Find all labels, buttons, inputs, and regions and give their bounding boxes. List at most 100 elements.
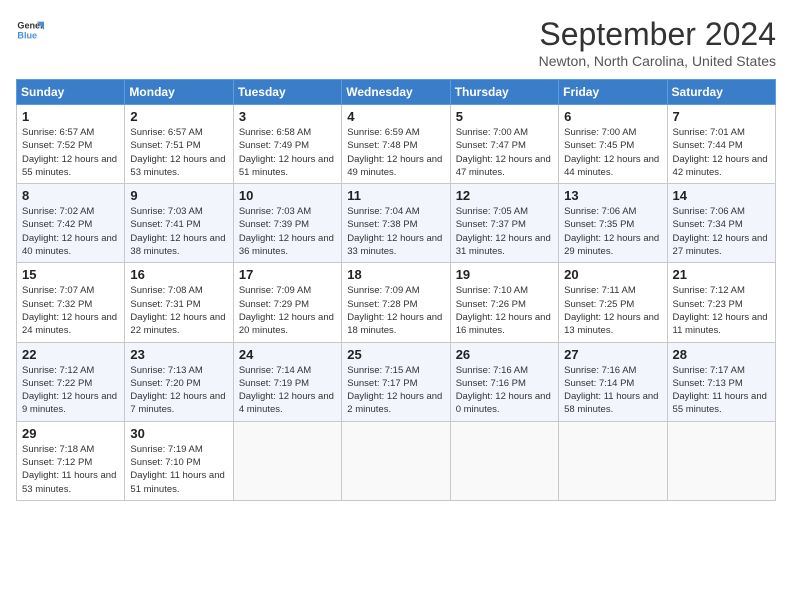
week-row-2: 8 Sunrise: 7:02 AM Sunset: 7:42 PM Dayli… bbox=[17, 184, 776, 263]
day-cell: 23 Sunrise: 7:13 AM Sunset: 7:20 PM Dayl… bbox=[125, 342, 233, 421]
day-number: 23 bbox=[130, 347, 227, 362]
col-header-saturday: Saturday bbox=[667, 80, 775, 105]
day-cell: 19 Sunrise: 7:10 AM Sunset: 7:26 PM Dayl… bbox=[450, 263, 558, 342]
day-cell: 16 Sunrise: 7:08 AM Sunset: 7:31 PM Dayl… bbox=[125, 263, 233, 342]
day-info: Sunrise: 7:00 AM Sunset: 7:47 PM Dayligh… bbox=[456, 126, 553, 179]
day-cell: 13 Sunrise: 7:06 AM Sunset: 7:35 PM Dayl… bbox=[559, 184, 667, 263]
page-header: General Blue General Blue September 2024… bbox=[16, 16, 776, 69]
day-number: 1 bbox=[22, 109, 119, 124]
col-header-sunday: Sunday bbox=[17, 80, 125, 105]
day-number: 26 bbox=[456, 347, 553, 362]
day-cell: 8 Sunrise: 7:02 AM Sunset: 7:42 PM Dayli… bbox=[17, 184, 125, 263]
title-block: September 2024 Newton, North Carolina, U… bbox=[539, 16, 776, 69]
day-cell: 2 Sunrise: 6:57 AM Sunset: 7:51 PM Dayli… bbox=[125, 105, 233, 184]
svg-text:Blue: Blue bbox=[17, 30, 37, 40]
day-cell: 20 Sunrise: 7:11 AM Sunset: 7:25 PM Dayl… bbox=[559, 263, 667, 342]
day-number: 30 bbox=[130, 426, 227, 441]
day-info: Sunrise: 7:18 AM Sunset: 7:12 PM Dayligh… bbox=[22, 443, 119, 496]
week-row-5: 29 Sunrise: 7:18 AM Sunset: 7:12 PM Dayl… bbox=[17, 421, 776, 500]
day-number: 3 bbox=[239, 109, 336, 124]
day-cell: 4 Sunrise: 6:59 AM Sunset: 7:48 PM Dayli… bbox=[342, 105, 450, 184]
day-number: 29 bbox=[22, 426, 119, 441]
logo: General Blue General Blue bbox=[16, 16, 44, 44]
day-cell: 9 Sunrise: 7:03 AM Sunset: 7:41 PM Dayli… bbox=[125, 184, 233, 263]
day-number: 5 bbox=[456, 109, 553, 124]
day-number: 12 bbox=[456, 188, 553, 203]
week-row-4: 22 Sunrise: 7:12 AM Sunset: 7:22 PM Dayl… bbox=[17, 342, 776, 421]
calendar-table: SundayMondayTuesdayWednesdayThursdayFrid… bbox=[16, 79, 776, 501]
day-info: Sunrise: 6:59 AM Sunset: 7:48 PM Dayligh… bbox=[347, 126, 444, 179]
day-number: 24 bbox=[239, 347, 336, 362]
day-info: Sunrise: 7:10 AM Sunset: 7:26 PM Dayligh… bbox=[456, 284, 553, 337]
day-number: 17 bbox=[239, 267, 336, 282]
day-cell: 14 Sunrise: 7:06 AM Sunset: 7:34 PM Dayl… bbox=[667, 184, 775, 263]
day-info: Sunrise: 7:06 AM Sunset: 7:34 PM Dayligh… bbox=[673, 205, 770, 258]
col-header-thursday: Thursday bbox=[450, 80, 558, 105]
week-row-1: 1 Sunrise: 6:57 AM Sunset: 7:52 PM Dayli… bbox=[17, 105, 776, 184]
day-cell: 7 Sunrise: 7:01 AM Sunset: 7:44 PM Dayli… bbox=[667, 105, 775, 184]
day-number: 27 bbox=[564, 347, 661, 362]
day-number: 9 bbox=[130, 188, 227, 203]
day-cell: 26 Sunrise: 7:16 AM Sunset: 7:16 PM Dayl… bbox=[450, 342, 558, 421]
day-cell: 6 Sunrise: 7:00 AM Sunset: 7:45 PM Dayli… bbox=[559, 105, 667, 184]
day-number: 10 bbox=[239, 188, 336, 203]
week-row-3: 15 Sunrise: 7:07 AM Sunset: 7:32 PM Dayl… bbox=[17, 263, 776, 342]
day-cell bbox=[342, 421, 450, 500]
day-number: 25 bbox=[347, 347, 444, 362]
day-number: 22 bbox=[22, 347, 119, 362]
day-info: Sunrise: 7:09 AM Sunset: 7:28 PM Dayligh… bbox=[347, 284, 444, 337]
calendar-header-row: SundayMondayTuesdayWednesdayThursdayFrid… bbox=[17, 80, 776, 105]
day-number: 14 bbox=[673, 188, 770, 203]
day-number: 15 bbox=[22, 267, 119, 282]
day-info: Sunrise: 7:07 AM Sunset: 7:32 PM Dayligh… bbox=[22, 284, 119, 337]
day-info: Sunrise: 7:01 AM Sunset: 7:44 PM Dayligh… bbox=[673, 126, 770, 179]
day-info: Sunrise: 7:05 AM Sunset: 7:37 PM Dayligh… bbox=[456, 205, 553, 258]
day-info: Sunrise: 7:19 AM Sunset: 7:10 PM Dayligh… bbox=[130, 443, 227, 496]
day-number: 8 bbox=[22, 188, 119, 203]
day-number: 16 bbox=[130, 267, 227, 282]
day-cell: 10 Sunrise: 7:03 AM Sunset: 7:39 PM Dayl… bbox=[233, 184, 341, 263]
day-info: Sunrise: 7:09 AM Sunset: 7:29 PM Dayligh… bbox=[239, 284, 336, 337]
day-cell: 22 Sunrise: 7:12 AM Sunset: 7:22 PM Dayl… bbox=[17, 342, 125, 421]
day-cell: 25 Sunrise: 7:15 AM Sunset: 7:17 PM Dayl… bbox=[342, 342, 450, 421]
month-title: September 2024 bbox=[539, 16, 776, 53]
day-number: 18 bbox=[347, 267, 444, 282]
day-info: Sunrise: 7:15 AM Sunset: 7:17 PM Dayligh… bbox=[347, 364, 444, 417]
day-number: 13 bbox=[564, 188, 661, 203]
col-header-tuesday: Tuesday bbox=[233, 80, 341, 105]
day-info: Sunrise: 7:00 AM Sunset: 7:45 PM Dayligh… bbox=[564, 126, 661, 179]
day-info: Sunrise: 6:57 AM Sunset: 7:51 PM Dayligh… bbox=[130, 126, 227, 179]
day-cell: 1 Sunrise: 6:57 AM Sunset: 7:52 PM Dayli… bbox=[17, 105, 125, 184]
day-cell: 30 Sunrise: 7:19 AM Sunset: 7:10 PM Dayl… bbox=[125, 421, 233, 500]
logo-icon: General Blue bbox=[16, 16, 44, 44]
day-info: Sunrise: 7:03 AM Sunset: 7:39 PM Dayligh… bbox=[239, 205, 336, 258]
col-header-monday: Monday bbox=[125, 80, 233, 105]
day-cell: 27 Sunrise: 7:16 AM Sunset: 7:14 PM Dayl… bbox=[559, 342, 667, 421]
day-info: Sunrise: 7:12 AM Sunset: 7:22 PM Dayligh… bbox=[22, 364, 119, 417]
day-number: 20 bbox=[564, 267, 661, 282]
day-cell: 18 Sunrise: 7:09 AM Sunset: 7:28 PM Dayl… bbox=[342, 263, 450, 342]
day-cell: 3 Sunrise: 6:58 AM Sunset: 7:49 PM Dayli… bbox=[233, 105, 341, 184]
day-info: Sunrise: 7:14 AM Sunset: 7:19 PM Dayligh… bbox=[239, 364, 336, 417]
day-info: Sunrise: 7:04 AM Sunset: 7:38 PM Dayligh… bbox=[347, 205, 444, 258]
day-info: Sunrise: 7:08 AM Sunset: 7:31 PM Dayligh… bbox=[130, 284, 227, 337]
day-number: 7 bbox=[673, 109, 770, 124]
day-number: 11 bbox=[347, 188, 444, 203]
day-cell: 11 Sunrise: 7:04 AM Sunset: 7:38 PM Dayl… bbox=[342, 184, 450, 263]
day-cell bbox=[667, 421, 775, 500]
col-header-friday: Friday bbox=[559, 80, 667, 105]
day-cell: 12 Sunrise: 7:05 AM Sunset: 7:37 PM Dayl… bbox=[450, 184, 558, 263]
day-info: Sunrise: 7:17 AM Sunset: 7:13 PM Dayligh… bbox=[673, 364, 770, 417]
day-cell bbox=[450, 421, 558, 500]
day-cell: 24 Sunrise: 7:14 AM Sunset: 7:19 PM Dayl… bbox=[233, 342, 341, 421]
day-info: Sunrise: 7:16 AM Sunset: 7:16 PM Dayligh… bbox=[456, 364, 553, 417]
day-number: 21 bbox=[673, 267, 770, 282]
day-info: Sunrise: 6:57 AM Sunset: 7:52 PM Dayligh… bbox=[22, 126, 119, 179]
day-cell: 5 Sunrise: 7:00 AM Sunset: 7:47 PM Dayli… bbox=[450, 105, 558, 184]
day-number: 6 bbox=[564, 109, 661, 124]
day-info: Sunrise: 7:16 AM Sunset: 7:14 PM Dayligh… bbox=[564, 364, 661, 417]
location: Newton, North Carolina, United States bbox=[539, 53, 776, 69]
day-info: Sunrise: 6:58 AM Sunset: 7:49 PM Dayligh… bbox=[239, 126, 336, 179]
day-cell: 28 Sunrise: 7:17 AM Sunset: 7:13 PM Dayl… bbox=[667, 342, 775, 421]
day-cell: 15 Sunrise: 7:07 AM Sunset: 7:32 PM Dayl… bbox=[17, 263, 125, 342]
